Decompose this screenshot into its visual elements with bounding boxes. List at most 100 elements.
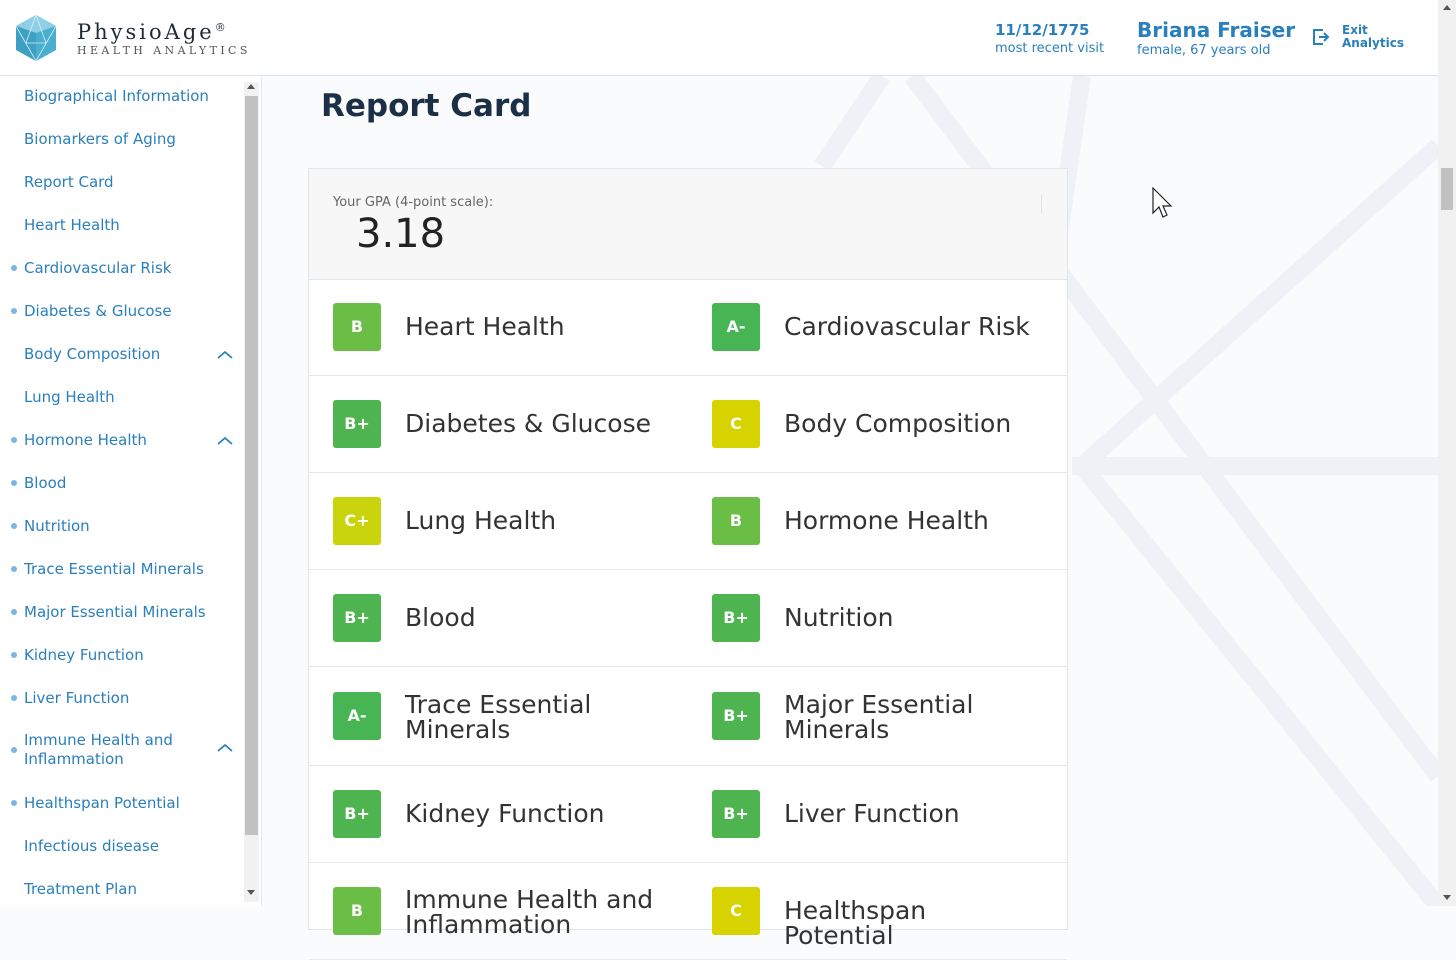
bullet-dot-icon: [11, 747, 17, 753]
grade-row: B+ Blood B+ Nutrition: [309, 570, 1067, 667]
scroll-down-arrow-icon[interactable]: [247, 890, 255, 895]
sidebar-item-body-composition[interactable]: Body Composition: [0, 339, 244, 379]
sidebar-item-lung-health[interactable]: Lung Health: [0, 382, 244, 422]
sidebar-item-immune-health-and-inflammation[interactable]: Immune Health and Inflammation: [0, 726, 244, 768]
page-scrollbar[interactable]: [1438, 0, 1456, 906]
sidebar-item-cardiovascular-risk[interactable]: Cardiovascular Risk: [0, 253, 244, 293]
grade-category-label: Nutrition: [784, 603, 894, 632]
sidebar-item-label: Report Card: [24, 173, 114, 191]
page-scroll-up-icon[interactable]: [1443, 5, 1451, 10]
grade-category-label: Lung Health: [405, 506, 557, 535]
sidebar-item-biomarkers-of-aging[interactable]: Biomarkers of Aging: [0, 124, 244, 164]
sidebar-item-trace-essential-minerals[interactable]: Trace Essential Minerals: [0, 554, 244, 594]
sidebar-item-label: Nutrition: [24, 517, 90, 535]
grade-card-nutrition[interactable]: B+ Nutrition: [688, 570, 1048, 666]
sidebar-item-label: Diabetes & Glucose: [24, 302, 172, 320]
sidebar-item-label: Immune Health and Inflammation: [24, 731, 173, 768]
gpa-label: Your GPA (4-point scale):: [333, 195, 494, 210]
sidebar-item-label: Lung Health: [24, 388, 115, 406]
sidebar-item-healthspan-potential[interactable]: Healthspan Potential: [0, 788, 244, 828]
sidebar-item-major-essential-minerals[interactable]: Major Essential Minerals: [0, 597, 244, 637]
sidebar-item-report-card[interactable]: Report Card: [0, 167, 244, 207]
sidebar-item-liver-function[interactable]: Liver Function: [0, 683, 244, 723]
grade-category-label: Heart Health: [405, 312, 565, 341]
sidebar-item-label: Biographical Information: [24, 87, 209, 105]
grade-card-hormone-health[interactable]: B Hormone Health: [688, 473, 1048, 569]
grade-card-cardiovascular-risk[interactable]: A- Cardiovascular Risk: [688, 279, 1048, 375]
grade-category-label: Blood: [405, 603, 476, 632]
grade-card-lung-health[interactable]: C+ Lung Health: [309, 473, 669, 569]
grade-card-body-composition[interactable]: C Body Composition: [688, 376, 1048, 472]
grade-badge: C: [712, 887, 760, 935]
sidebar-item-nutrition[interactable]: Nutrition: [0, 511, 244, 551]
grade-badge: A-: [333, 692, 381, 740]
grade-badge: B+: [712, 790, 760, 838]
report-card: Your GPA (4-point scale): 3.18 B Heart He…: [308, 168, 1068, 960]
sidebar-item-label: Cardiovascular Risk: [24, 259, 172, 277]
bullet-dot-icon: [11, 480, 17, 486]
sidebar-item-label: Kidney Function: [24, 646, 144, 664]
bullet-dot-icon: [11, 265, 17, 271]
sidebar-item-heart-health[interactable]: Heart Health: [0, 210, 244, 250]
grade-card-liver-function[interactable]: B+ Liver Function: [688, 766, 1048, 862]
sidebar-item-blood[interactable]: Blood: [0, 468, 244, 508]
patient-demographics: female, 67 years old: [1137, 43, 1271, 58]
bullet-dot-icon: [11, 609, 17, 615]
most-recent-visit: 11/12/1775 most recent visit: [995, 20, 1104, 58]
grade-category-label: Major Essential Minerals: [784, 690, 974, 744]
grade-category-label: Body Composition: [784, 409, 1012, 438]
grade-badge: B: [333, 303, 381, 351]
grade-row: B+ Diabetes & Glucose C Body Composition: [309, 376, 1067, 473]
grade-card-kidney-function[interactable]: B+ Kidney Function: [309, 766, 669, 862]
grade-badge: C: [712, 400, 760, 448]
exit-analytics-button[interactable]: Exit Analytics: [1312, 23, 1404, 50]
bullet-dot-icon: [11, 800, 17, 806]
page-scrollbar-thumb[interactable]: [1441, 168, 1453, 210]
grade-card-heart-health[interactable]: B Heart Health: [309, 279, 669, 375]
sidebar-item-hormone-health[interactable]: Hormone Health: [0, 425, 244, 465]
sidebar-item-label: Major Essential Minerals: [24, 603, 206, 621]
sidebar-scrollbar-thumb[interactable]: [245, 96, 258, 835]
grade-row: B Immune Health and Inflammation C Healthsp…: [309, 863, 1067, 960]
grade-card-healthspan-potential[interactable]: C Healthspan Potential: [688, 863, 1048, 959]
sidebar-item-label: Blood: [24, 474, 67, 492]
sidebar-item-label: Heart Health: [24, 216, 120, 234]
sidebar-item-biographical-information[interactable]: Biographical Information: [0, 81, 244, 121]
bullet-dot-icon: [11, 523, 17, 529]
sidebar-item-kidney-function[interactable]: Kidney Function: [0, 640, 244, 680]
grade-badge: B+: [333, 790, 381, 838]
grade-card-blood[interactable]: B+ Blood: [309, 570, 669, 666]
brand-name: PhysioAge®: [77, 20, 226, 44]
visit-date: 11/12/1775: [995, 21, 1090, 39]
page-title: Report Card: [321, 88, 532, 124]
sidebar-item-label: Hormone Health: [24, 431, 147, 449]
top-header: PhysioAge® HEALTH ANALYTICS 11/12/1775 m…: [0, 0, 1438, 76]
chevron-up-icon[interactable]: [216, 435, 234, 447]
patient-info: Briana Fraiser female, 67 years old: [1137, 17, 1295, 59]
grade-badge: B: [712, 497, 760, 545]
grade-row: B Heart Health A- Cardiovascular Risk: [309, 279, 1067, 376]
chevron-up-icon[interactable]: [216, 742, 234, 754]
exit-label: Exit Analytics: [1342, 23, 1404, 50]
grade-badge: B+: [712, 594, 760, 642]
sidebar-item-treatment-plan[interactable]: Treatment Plan: [0, 874, 244, 906]
bullet-dot-icon: [11, 308, 17, 314]
sidebar-item-infectious-disease[interactable]: Infectious disease: [0, 831, 244, 871]
sidebar-item-diabetes-and-glucose[interactable]: Diabetes & Glucose: [0, 296, 244, 336]
mouse-cursor-icon: [1152, 187, 1173, 218]
sidebar-item-label: Healthspan Potential: [24, 794, 180, 812]
divider: [1041, 195, 1042, 213]
page-scroll-down-icon[interactable]: [1443, 895, 1451, 900]
sidebar-nav: Biographical Information Biomarkers of Ag…: [0, 76, 262, 906]
exit-icon: [1313, 29, 1330, 45]
grade-card-diabetes-and-glucose[interactable]: B+ Diabetes & Glucose: [309, 376, 669, 472]
grade-category-label: Diabetes & Glucose: [405, 409, 651, 438]
grade-card-immune-health-and-inflammation[interactable]: B Immune Health and Inflammation: [309, 863, 669, 959]
scroll-up-arrow-icon[interactable]: [247, 84, 255, 89]
chevron-up-icon[interactable]: [216, 349, 234, 361]
grade-badge: B+: [333, 594, 381, 642]
grade-card-major-essential-minerals[interactable]: B+ Major Essential Minerals: [688, 667, 1048, 765]
grade-card-trace-essential-minerals[interactable]: A- Trace Essential Minerals: [309, 667, 669, 765]
grade-badge: B+: [712, 692, 760, 740]
sidebar-item-label: Infectious disease: [24, 837, 159, 855]
